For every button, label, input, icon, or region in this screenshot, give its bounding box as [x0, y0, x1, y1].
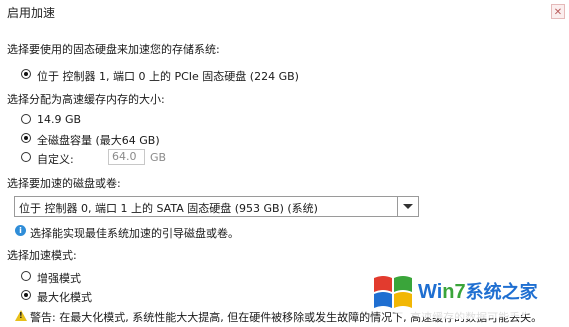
custom-size-unit: GB: [150, 151, 167, 164]
mode-option-enhanced-label: 增强模式: [37, 272, 81, 285]
window-title: 启用加速: [7, 6, 56, 20]
cache-option-full-disk-label: 全磁盘容量 (最大64 GB): [37, 134, 160, 147]
disk-select-value: 位于 控制器 0, 端口 1 上的 SATA 固态硬盘 (953 GB) (系统…: [19, 202, 318, 215]
cache-option-14gb-label: 14.9 GB: [37, 113, 82, 126]
chevron-down-icon[interactable]: [397, 197, 418, 216]
mode-section-label: 选择加速模式:: [7, 249, 77, 262]
cache-option-custom-radio[interactable]: [21, 152, 31, 162]
custom-size-input[interactable]: 64.0: [108, 149, 145, 165]
close-button[interactable]: ✕: [551, 4, 565, 19]
cache-option-14gb-radio[interactable]: [21, 114, 31, 124]
ssd-option-radio[interactable]: [21, 69, 31, 79]
disk-hint-text: 选择能实现最佳系统加速的引导磁盘或卷。: [30, 227, 239, 240]
warning-icon: !: [15, 310, 27, 321]
watermark-text: Win7系统之家: [418, 281, 538, 303]
cache-section-label: 选择分配为高速缓存内存的大小:: [7, 93, 165, 106]
mode-option-maximized-radio[interactable]: [21, 290, 31, 300]
cache-option-full-disk-radio[interactable]: [21, 133, 31, 143]
mode-option-maximized-label: 最大化模式: [37, 291, 92, 304]
ssd-option-label: 位于 控制器 1, 端口 0 上的 PCIe 固态硬盘 (224 GB): [37, 70, 299, 83]
watermark-logo: Win7系统之家: [362, 264, 567, 324]
cache-option-custom[interactable]: 自定义: 64.0 GB: [21, 149, 181, 166]
mode-option-enhanced-radio[interactable]: [21, 271, 31, 281]
title-bar: 启用加速 ✕: [0, 0, 569, 26]
cache-option-custom-label: 自定义:: [37, 153, 74, 166]
disk-section-label: 选择要加速的磁盘或卷:: [7, 177, 121, 190]
close-icon: ✕: [553, 7, 563, 18]
disk-select[interactable]: 位于 控制器 0, 端口 1 上的 SATA 固态硬盘 (953 GB) (系统…: [14, 196, 419, 217]
info-icon: i: [15, 225, 26, 236]
ssd-section-label: 选择要使用的固态硬盘来加速您的存储系统:: [7, 43, 220, 56]
